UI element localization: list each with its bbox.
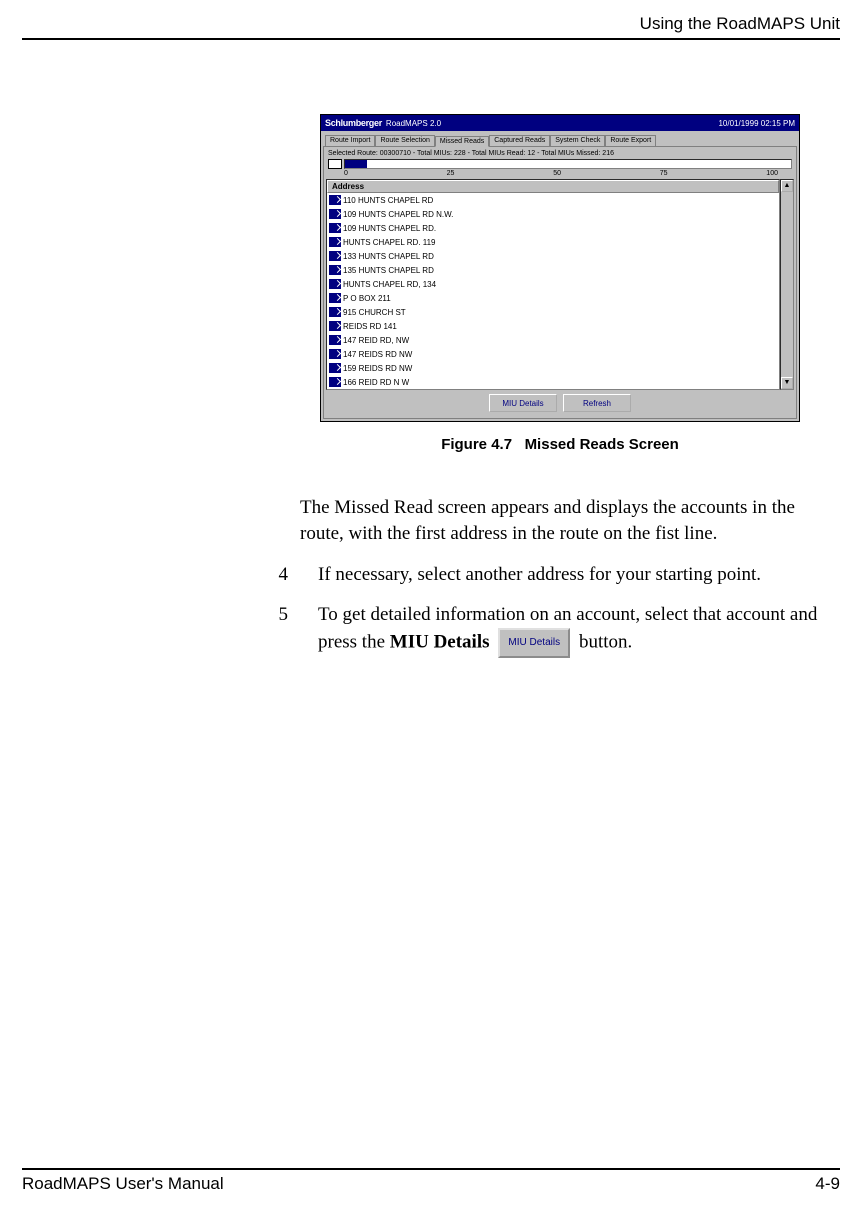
scale-25: 25: [447, 170, 455, 177]
address-text: 166 REID RD N W: [343, 378, 409, 387]
step-number: 4: [256, 562, 300, 588]
scale-75: 75: [660, 170, 668, 177]
envelope-icon: [329, 209, 341, 219]
list-item[interactable]: 915 CHURCH ST: [327, 305, 779, 319]
address-list: Address 110 HUNTS CHAPEL RD 109 HUNTS CH…: [326, 179, 780, 390]
step5-text-b: button.: [579, 631, 632, 652]
footer-manual-title: RoadMAPS User's Manual: [22, 1174, 224, 1194]
envelope-icon: [329, 223, 341, 233]
list-item[interactable]: 109 HUNTS CHAPEL RD.: [327, 221, 779, 235]
address-text: 109 HUNTS CHAPEL RD N.W.: [343, 210, 453, 219]
list-item[interactable]: HUNTS CHAPEL RD. 119: [327, 235, 779, 249]
footer-page-number: 4-9: [815, 1174, 840, 1194]
tab-pane: Selected Route: 00300710 - Total MIUs: 2…: [323, 146, 797, 419]
address-list-area: Address 110 HUNTS CHAPEL RD 109 HUNTS CH…: [326, 179, 794, 390]
button-row: MIU Details Refresh: [326, 390, 794, 416]
app-window: Schlumberger RoadMAPS 2.0 10/01/1999 02:…: [320, 114, 800, 422]
address-text: 110 HUNTS CHAPEL RD: [343, 196, 433, 205]
list-item[interactable]: 159 REIDS RD NW: [327, 361, 779, 375]
tab-route-export[interactable]: Route Export: [605, 135, 656, 146]
tab-strip: Route Import Route Selection Missed Read…: [323, 133, 797, 146]
address-text: 109 HUNTS CHAPEL RD.: [343, 224, 436, 233]
miu-details-inline-button[interactable]: MIU Details: [498, 628, 570, 658]
address-text: 147 REID RD, NW: [343, 336, 409, 345]
envelope-icon: [329, 321, 341, 331]
envelope-icon: [329, 377, 341, 387]
tab-system-check[interactable]: System Check: [550, 135, 605, 146]
address-text: HUNTS CHAPEL RD, 134: [343, 280, 436, 289]
address-text: 133 HUNTS CHAPEL RD: [343, 252, 434, 261]
address-text: 135 HUNTS CHAPEL RD: [343, 266, 434, 275]
list-item[interactable]: 133 HUNTS CHAPEL RD: [327, 249, 779, 263]
list-item[interactable]: 147 REIDS RD NW: [327, 347, 779, 361]
progress-fill: [345, 160, 367, 168]
address-text: REIDS RD 141: [343, 322, 397, 331]
scroll-up-icon[interactable]: ▲: [781, 180, 793, 192]
step-number: 5: [256, 602, 300, 658]
list-item[interactable]: 147 REID RD, NW: [327, 333, 779, 347]
address-text: 147 REIDS RD NW: [343, 350, 412, 359]
list-item[interactable]: 135 HUNTS CHAPEL RD: [327, 263, 779, 277]
list-item[interactable]: P O BOX 211: [327, 291, 779, 305]
scale-0: 0: [344, 170, 348, 177]
address-text: P O BOX 211: [343, 294, 391, 303]
list-item[interactable]: 166 REID RD N W: [327, 375, 779, 389]
figure-title: Missed Reads Screen: [525, 436, 679, 453]
brand-label: Schlumberger: [325, 118, 382, 128]
address-column-header[interactable]: Address: [327, 180, 779, 193]
step-text: If necessary, select another address for…: [318, 562, 830, 588]
tab-route-import[interactable]: Route Import: [325, 135, 375, 146]
title-bar: Schlumberger RoadMAPS 2.0 10/01/1999 02:…: [321, 115, 799, 131]
header-rule: [22, 38, 840, 40]
tab-route-selection[interactable]: Route Selection: [375, 135, 434, 146]
envelope-icon: [329, 195, 341, 205]
envelope-icon: [329, 279, 341, 289]
progress-bar: [344, 159, 792, 169]
envelope-icon: [329, 335, 341, 345]
body-text: The Missed Read screen appears and displ…: [300, 495, 830, 672]
list-item[interactable]: REIDS RD 141: [327, 319, 779, 333]
envelope-icon: [329, 237, 341, 247]
page-footer: RoadMAPS User's Manual 4-9: [22, 1174, 840, 1194]
progress-scale: 0 25 50 75 100: [326, 170, 794, 177]
client-area: Route Import Route Selection Missed Read…: [321, 131, 799, 421]
paragraph: The Missed Read screen appears and displ…: [300, 495, 830, 546]
scale-50: 50: [553, 170, 561, 177]
tab-captured-reads[interactable]: Captured Reads: [489, 135, 550, 146]
tab-missed-reads[interactable]: Missed Reads: [435, 136, 489, 147]
progress-row: [326, 158, 794, 170]
address-text: 159 REIDS RD NW: [343, 364, 412, 373]
list-item[interactable]: 110 HUNTS CHAPEL RD: [327, 193, 779, 207]
scroll-down-icon[interactable]: ▼: [781, 377, 793, 389]
figure-missed-reads: Schlumberger RoadMAPS 2.0 10/01/1999 02:…: [320, 114, 800, 453]
figure-label: Figure 4.7: [441, 436, 512, 453]
status-line: Selected Route: 00300710 - Total MIUs: 2…: [326, 149, 794, 158]
figure-caption: Figure 4.7 Missed Reads Screen: [320, 436, 800, 453]
envelope-icon: [329, 293, 341, 303]
footer-rule: [22, 1168, 840, 1170]
address-text: 915 CHURCH ST: [343, 308, 406, 317]
envelope-icon: [329, 307, 341, 317]
envelope-icon: [329, 265, 341, 275]
list-item[interactable]: HUNTS CHAPEL RD, 134: [327, 277, 779, 291]
step-4: 4 If necessary, select another address f…: [300, 562, 830, 588]
scrollbar[interactable]: ▲ ▼: [780, 179, 794, 390]
envelope-icon: [329, 349, 341, 359]
van-icon: [328, 159, 342, 169]
page-header-title: Using the RoadMAPS Unit: [640, 14, 840, 34]
step-text: To get detailed information on an accoun…: [318, 602, 830, 658]
address-text: HUNTS CHAPEL RD. 119: [343, 238, 435, 247]
app-title: RoadMAPS 2.0: [386, 119, 719, 128]
miu-details-button[interactable]: MIU Details: [489, 394, 557, 412]
step-5: 5 To get detailed information on an acco…: [300, 602, 830, 658]
refresh-button[interactable]: Refresh: [563, 394, 631, 412]
miu-details-bold: MIU Details: [390, 631, 490, 652]
title-datetime: 10/01/1999 02:15 PM: [718, 119, 795, 128]
envelope-icon: [329, 363, 341, 373]
scale-100: 100: [766, 170, 778, 177]
list-item[interactable]: 109 HUNTS CHAPEL RD N.W.: [327, 207, 779, 221]
envelope-icon: [329, 251, 341, 261]
